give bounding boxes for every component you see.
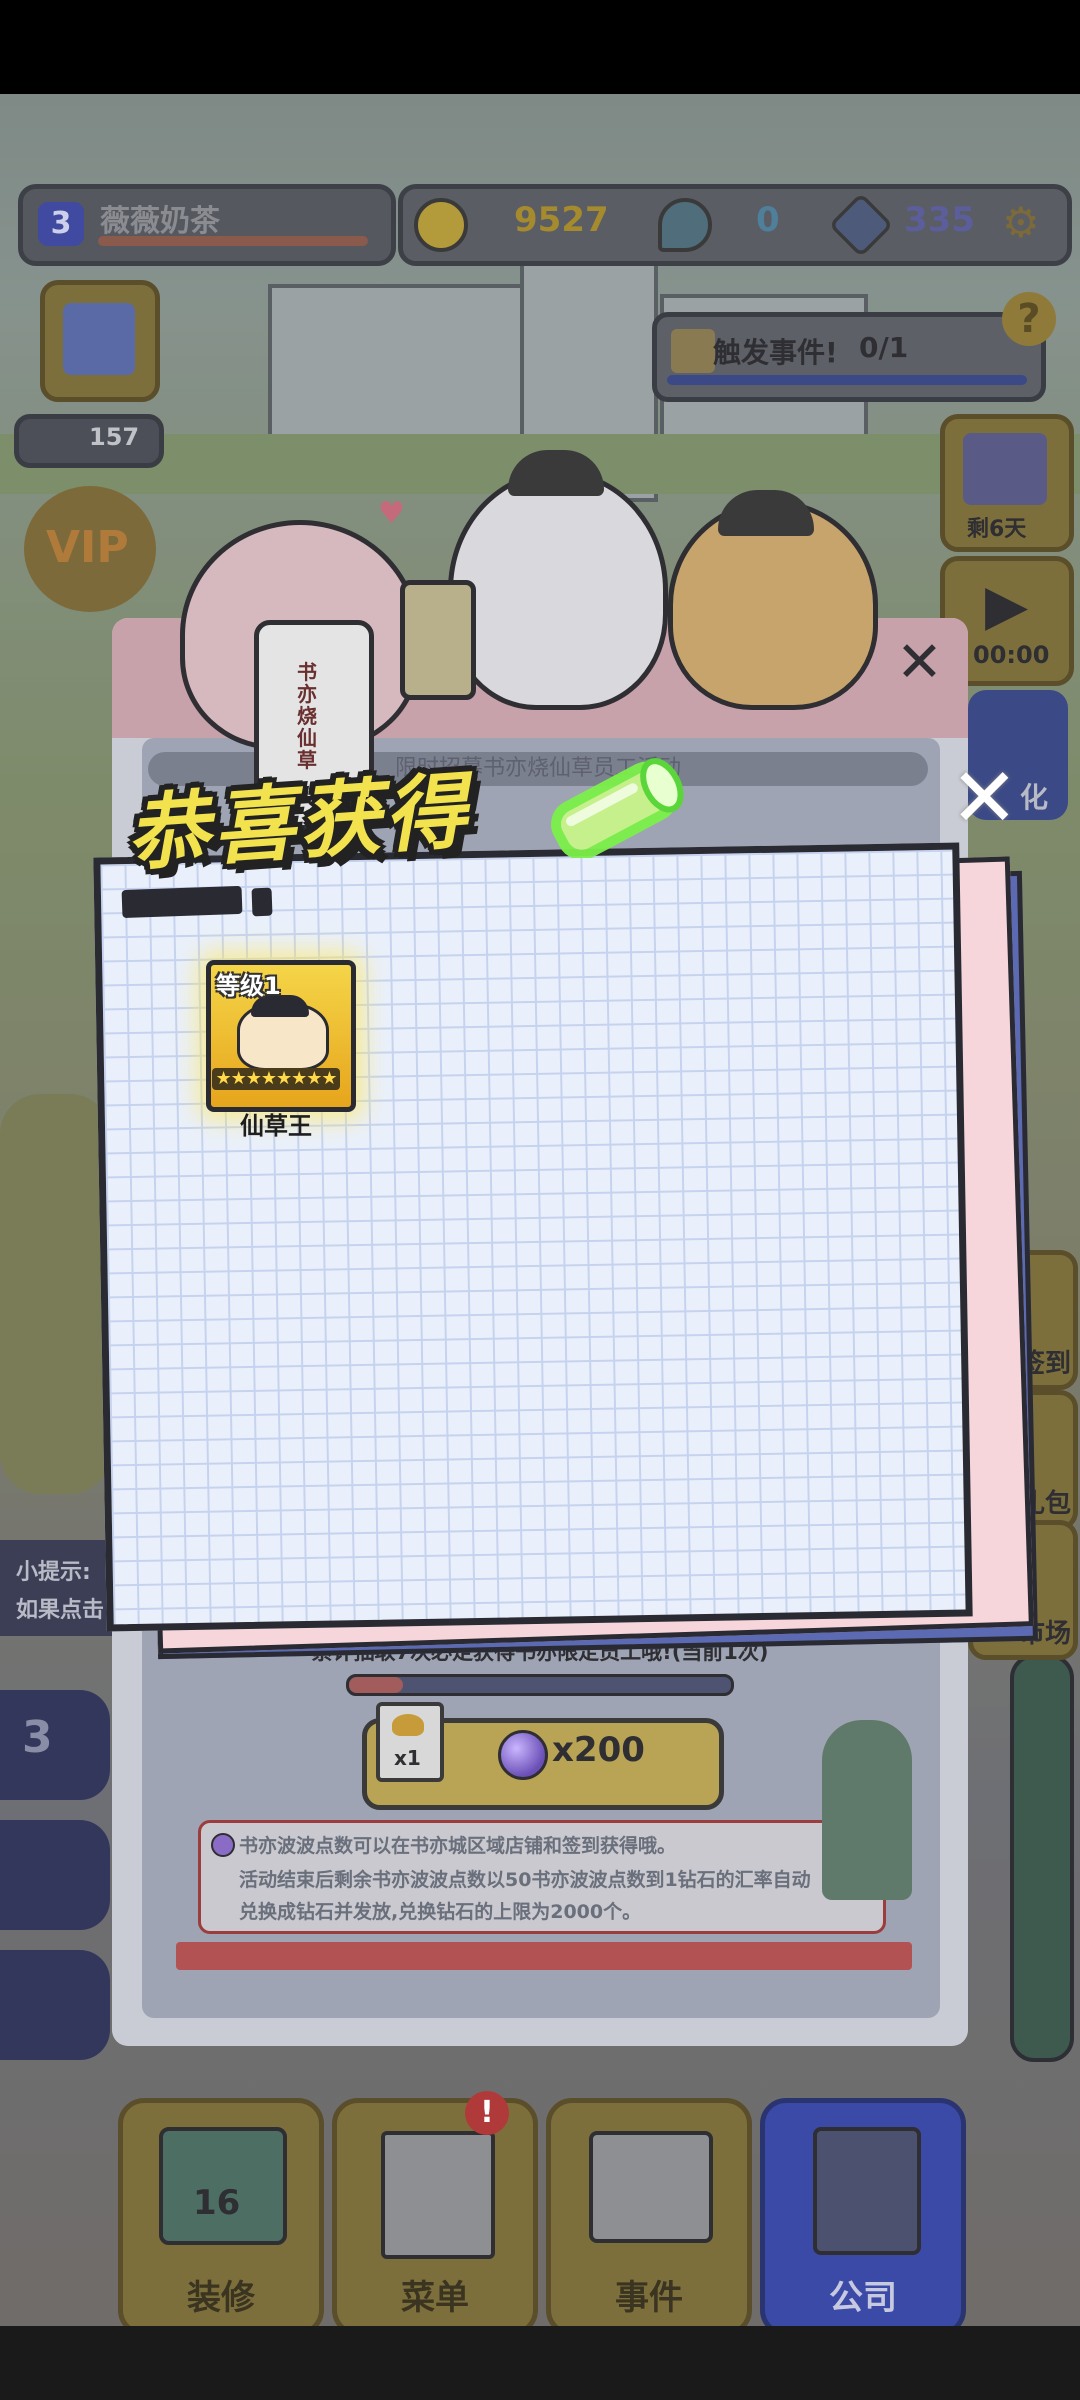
close-icon[interactable]: ✕ bbox=[896, 630, 943, 695]
video-timer: 00:00 bbox=[973, 641, 1050, 669]
bar-chart-icon bbox=[63, 303, 135, 375]
play-icon: ▶ bbox=[985, 573, 1029, 638]
tip-line-1: 小提示: bbox=[16, 1560, 91, 1585]
vip-label: VIP bbox=[46, 522, 129, 573]
stat-counter: 157 bbox=[14, 414, 164, 468]
tab-menu-label: 菜单 bbox=[401, 2278, 469, 2318]
cat-face-icon bbox=[392, 1714, 424, 1736]
gem-amount: 0 bbox=[756, 200, 780, 240]
plant-decoration bbox=[822, 1720, 912, 1900]
gold-amount: 9527 bbox=[514, 200, 609, 240]
level-badge: 3 bbox=[38, 202, 84, 246]
stat-count: 157 bbox=[89, 423, 140, 451]
tab-events[interactable]: 事件 bbox=[546, 2098, 752, 2336]
info-line-1: 书亦波波点数可以在书亦城区域店铺和签到获得哦。 bbox=[239, 1835, 677, 1857]
tab-menu[interactable]: ! 菜单 bbox=[332, 2091, 538, 2336]
diamond-amount: 335 bbox=[904, 200, 975, 240]
ticket-icon: x1 bbox=[376, 1702, 444, 1782]
paper-tab bbox=[251, 887, 273, 917]
reward-level: 等级1 bbox=[216, 972, 281, 1000]
shop-name: 薇薇奶茶 bbox=[100, 204, 220, 239]
tip-line-2: 如果点击 bbox=[16, 1598, 105, 1623]
stats-button[interactable] bbox=[40, 280, 160, 402]
system-nav-bar bbox=[0, 2326, 1080, 2400]
gold-coin-plus-icon[interactable] bbox=[414, 198, 468, 252]
guarantee-progress-fill bbox=[349, 1677, 403, 1693]
cup-widget[interactable] bbox=[0, 1820, 110, 1930]
menu-paper-icon bbox=[381, 2131, 495, 2259]
gear-icon[interactable]: ⚙ bbox=[1002, 198, 1040, 247]
search-widget[interactable]: 3 bbox=[0, 1690, 110, 1800]
modal-footer-strip bbox=[176, 1942, 912, 1970]
white-cat bbox=[448, 470, 668, 710]
ticket-count: x1 bbox=[394, 1746, 421, 1770]
paper-tab bbox=[121, 885, 243, 919]
alert-badge: ! bbox=[465, 2091, 509, 2135]
event-portrait-icon bbox=[963, 433, 1047, 505]
tab-company-label: 公司 bbox=[829, 2278, 897, 2318]
side-gauge bbox=[1010, 1654, 1074, 2062]
building-icon bbox=[813, 2127, 921, 2255]
tree bbox=[0, 1094, 110, 1494]
info-line-2: 活动结束后剩余书亦波波点数以50书亦波波点数到1钻石的汇率自动 bbox=[239, 1869, 811, 1891]
tab-decorate-label: 装修 bbox=[187, 2278, 255, 2318]
event-trigger-panel[interactable]: 触发事件! 0/1 bbox=[652, 312, 1046, 402]
coffee-cup bbox=[400, 580, 476, 700]
congrats-title: 恭喜获得 bbox=[123, 764, 474, 883]
tab-decorate[interactable]: 16 装修 bbox=[118, 2098, 324, 2336]
status-bar bbox=[0, 0, 1080, 94]
question-icon[interactable]: ? bbox=[1002, 292, 1056, 346]
exp-bar bbox=[98, 236, 368, 246]
building bbox=[268, 284, 526, 452]
event-calendar-button[interactable]: 剩6天 bbox=[940, 414, 1074, 552]
event-progress-bar bbox=[667, 375, 1027, 385]
event-label: 触发事件! bbox=[713, 336, 838, 369]
pink-gem-plus-icon[interactable] bbox=[658, 198, 712, 252]
decorate-badge: 16 bbox=[193, 2183, 241, 2223]
bubble-point-icon bbox=[498, 1730, 548, 1780]
days-left: 剩6天 bbox=[967, 517, 1027, 542]
info-line-3: 兑换成钻石并发放,兑换钻石的上限为2000个。 bbox=[239, 1901, 642, 1923]
bubble-point-icon bbox=[211, 1833, 235, 1857]
vip-button[interactable]: VIP bbox=[24, 486, 156, 612]
printer-widget[interactable] bbox=[0, 1950, 110, 2060]
glowing-cup-icon bbox=[551, 758, 684, 858]
heart-icon: ♥ bbox=[378, 496, 405, 531]
calendar-icon bbox=[589, 2131, 713, 2243]
reward-name: 仙草王 bbox=[240, 1112, 312, 1140]
side-button-label: 化 bbox=[1020, 781, 1049, 814]
tab-company[interactable]: 公司 bbox=[760, 2098, 966, 2336]
search-widget-number: 3 bbox=[22, 1712, 53, 1763]
close-icon[interactable]: ✕ bbox=[950, 758, 1019, 840]
scroll-icon bbox=[671, 329, 715, 373]
reward-stars: ★★★★★★★★ bbox=[212, 1068, 340, 1090]
guarantee-progress-bar bbox=[346, 1674, 734, 1696]
tab-events-label: 事件 bbox=[615, 2278, 683, 2318]
draw-cost: x200 bbox=[552, 1730, 645, 1770]
event-progress: 0/1 bbox=[859, 331, 909, 364]
info-box: 书亦波波点数可以在书亦城区域店铺和签到获得哦。 活动结束后剩余书亦波波点数以50… bbox=[198, 1820, 886, 1934]
